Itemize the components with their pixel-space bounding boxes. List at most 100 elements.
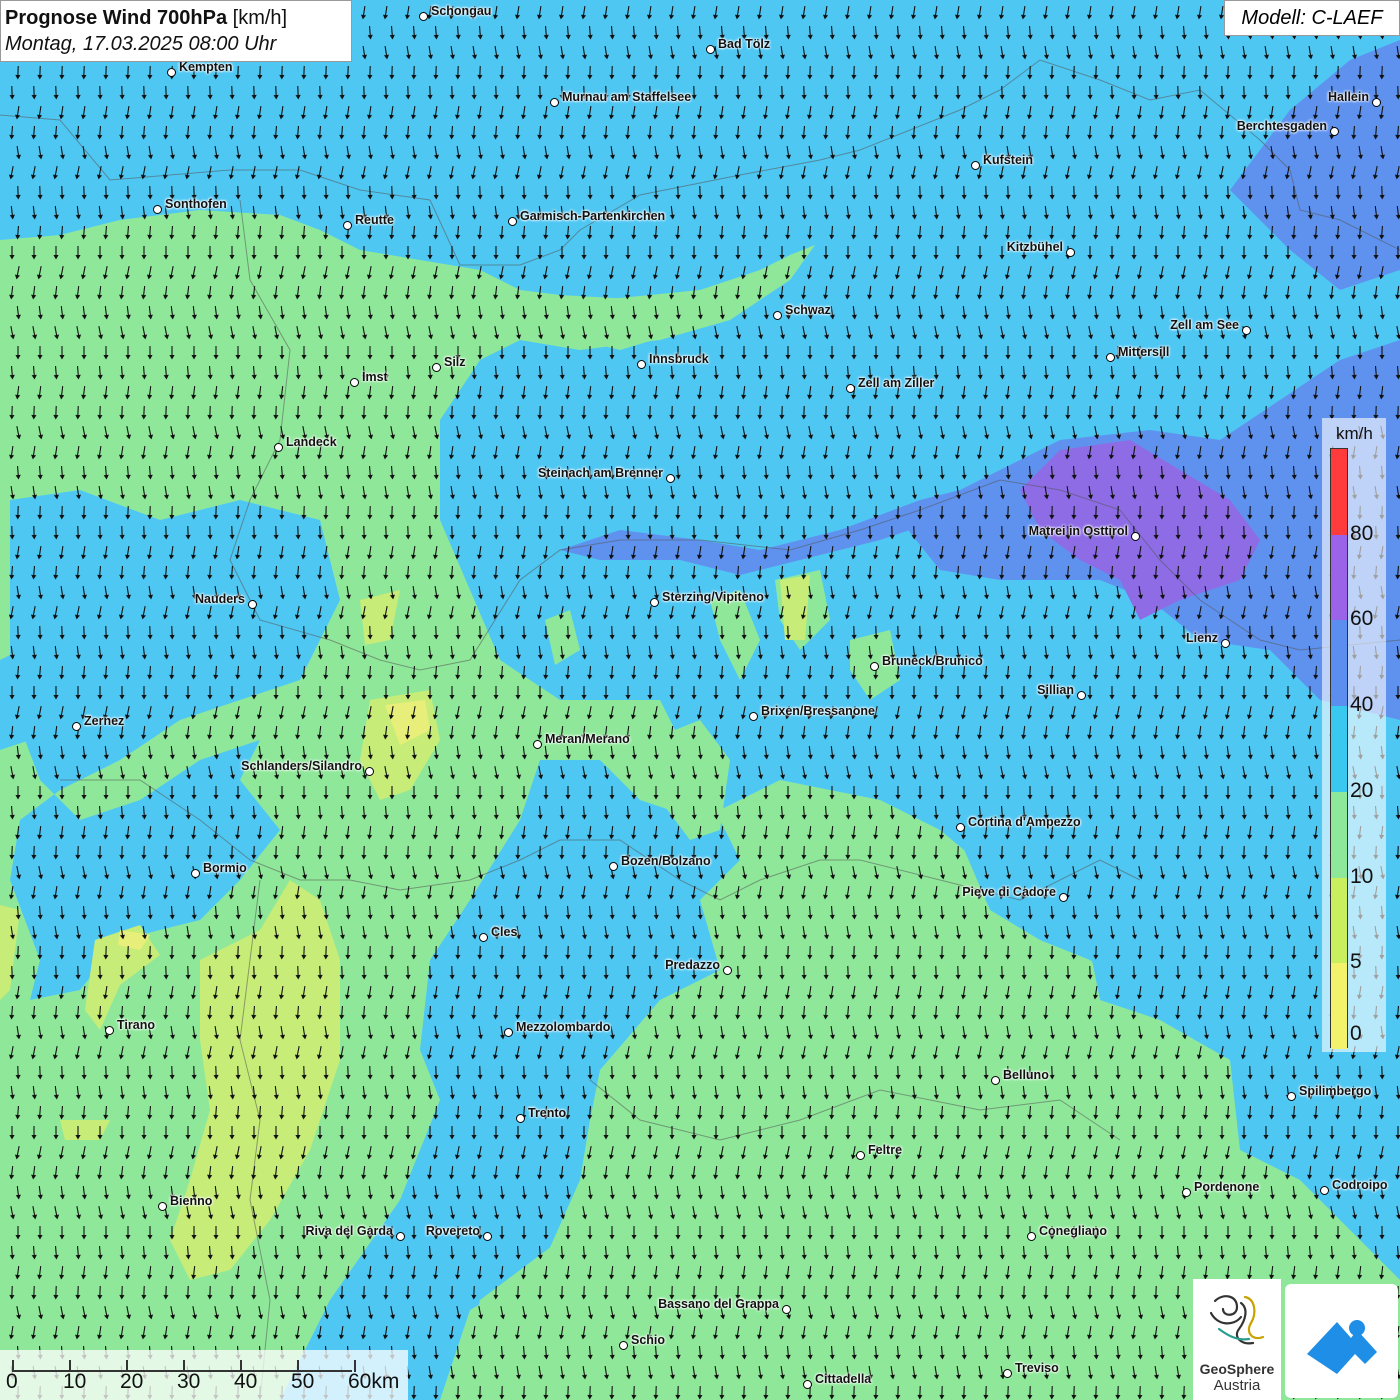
city-dot-icon: [637, 360, 646, 370]
city-label: Cles: [491, 925, 518, 939]
city-marker[interactable]: Silz: [432, 355, 466, 377]
city-label: Silz: [444, 355, 466, 369]
city-label: Spilimbergo: [1299, 1084, 1372, 1098]
scale-label: 20: [120, 1370, 144, 1393]
city-dot-icon: [191, 869, 200, 879]
city-marker[interactable]: Hallein: [1328, 90, 1381, 112]
city-label: Conegliano: [1039, 1224, 1108, 1238]
city-marker[interactable]: Cles: [479, 925, 517, 947]
city-marker[interactable]: Spilimbergo: [1287, 1084, 1371, 1106]
city-label: Kufstein: [983, 153, 1033, 167]
city-label: Landeck: [286, 435, 337, 449]
legend-tick-label: 10: [1350, 864, 1374, 888]
city-dot-icon: [1003, 1369, 1012, 1379]
city-dot-icon: [504, 1028, 513, 1038]
city-marker[interactable]: Bienno: [158, 1194, 212, 1216]
wind-forecast-map[interactable]: Schongau Bad Tölz Kempten Murnau am Staffel…: [0, 0, 1400, 1400]
city-dot-icon: [666, 474, 675, 484]
city-dot-icon: [483, 1232, 492, 1242]
city-marker[interactable]: Cittadella: [803, 1372, 871, 1394]
city-label: Sillian: [1037, 683, 1074, 697]
city-marker[interactable]: Kufstein: [971, 153, 1033, 175]
city-marker[interactable]: Sonthofen: [153, 197, 227, 219]
city-marker[interactable]: Mezzolombardo: [504, 1020, 610, 1042]
city-dot-icon: [72, 722, 81, 732]
city-dot-icon: [1372, 98, 1381, 108]
city-marker[interactable]: Mittersill: [1106, 345, 1169, 367]
city-marker[interactable]: Belluno: [991, 1068, 1049, 1090]
city-marker[interactable]: Conegliano: [1027, 1224, 1107, 1246]
city-marker[interactable]: Codroipo: [1320, 1178, 1388, 1200]
city-marker[interactable]: Cortina d'Ampezzo: [956, 815, 1081, 837]
city-marker[interactable]: Schongau: [419, 4, 491, 26]
city-dot-icon: [1320, 1186, 1329, 1196]
city-marker[interactable]: Sterzing/Vipiteno: [650, 590, 764, 612]
city-marker[interactable]: Trento: [516, 1106, 566, 1128]
city-label: Pordenone: [1194, 1180, 1260, 1194]
city-marker[interactable]: Bormio: [191, 861, 247, 883]
city-marker[interactable]: Matrei in Osttirol: [1029, 524, 1140, 546]
city-label: Zell am Ziller: [858, 376, 935, 390]
city-label: Imst: [362, 370, 388, 384]
legend-tick-label: 20: [1350, 778, 1374, 802]
city-marker[interactable]: Bruneck/Brunico: [870, 654, 983, 676]
city-marker[interactable]: Berchtesgaden: [1237, 119, 1339, 141]
city-dot-icon: [956, 823, 965, 833]
city-dot-icon: [650, 598, 659, 608]
city-marker[interactable]: Pieve di Cadore: [962, 885, 1068, 907]
city-marker[interactable]: Lienz: [1186, 631, 1230, 653]
city-marker[interactable]: Bassano del Grappa: [658, 1297, 791, 1319]
city-marker[interactable]: Kempten: [167, 60, 232, 82]
city-marker[interactable]: Schio: [619, 1333, 665, 1355]
city-marker[interactable]: Zell am See: [1170, 318, 1251, 340]
city-dot-icon: [971, 161, 980, 171]
city-marker[interactable]: Zernez: [72, 714, 124, 736]
city-label: Bormio: [203, 861, 247, 875]
city-marker[interactable]: Riva del Garda: [305, 1224, 405, 1246]
city-label: Brixen/Bressanone: [761, 704, 875, 718]
legend-swatch: [1331, 534, 1347, 621]
city-label: Berchtesgaden: [1236, 119, 1327, 133]
city-label: Mittersill: [1118, 345, 1170, 359]
city-marker[interactable]: Treviso: [1003, 1361, 1059, 1383]
city-marker[interactable]: Bad Tölz: [706, 37, 770, 59]
city-marker[interactable]: Garmisch-Partenkirchen: [508, 209, 665, 231]
city-label: Bienno: [170, 1194, 213, 1208]
city-marker[interactable]: Schwaz: [773, 303, 831, 325]
city-marker[interactable]: Tirano: [105, 1018, 155, 1040]
city-dot-icon: [1287, 1092, 1296, 1102]
city-marker[interactable]: Schlanders/Silandro: [241, 759, 374, 781]
scale-label: 0: [6, 1370, 18, 1393]
city-dot-icon: [846, 384, 855, 394]
city-marker[interactable]: Imst: [350, 370, 388, 392]
legend-swatch: [1331, 449, 1347, 535]
city-dot-icon: [1242, 326, 1251, 336]
city-marker[interactable]: Brixen/Bressanone: [749, 704, 875, 726]
city-marker[interactable]: Murnau am Staffelsee: [550, 90, 691, 112]
city-label: Trento: [528, 1106, 567, 1120]
city-label: Nauders: [194, 592, 245, 606]
city-label: Reutte: [355, 213, 394, 227]
city-dot-icon: [609, 862, 618, 872]
city-marker[interactable]: Steinach am Brenner: [538, 466, 675, 488]
geosphere-logo[interactable]: GeoSphere Austria: [1193, 1279, 1281, 1400]
city-label: Predazzo: [665, 958, 720, 972]
app-logo[interactable]: [1285, 1284, 1398, 1398]
city-marker[interactable]: Predazzo: [665, 958, 732, 980]
city-dot-icon: [1027, 1232, 1036, 1242]
city-dot-icon: [167, 68, 176, 78]
app-mountain-icon: [1307, 1320, 1377, 1374]
city-label: Pieve di Cadore: [962, 885, 1056, 899]
city-marker[interactable]: Pordenone: [1182, 1180, 1259, 1202]
city-marker[interactable]: Landeck: [274, 435, 337, 457]
city-marker[interactable]: Feltre: [856, 1143, 902, 1165]
city-marker[interactable]: Innsbruck: [637, 352, 709, 374]
city-marker[interactable]: Meran/Merano: [533, 732, 630, 754]
city-marker[interactable]: Sillian: [1037, 683, 1086, 705]
city-marker[interactable]: Nauders: [195, 592, 257, 614]
city-marker[interactable]: Rovereto: [426, 1224, 492, 1246]
city-marker[interactable]: Bozen/Bolzano: [609, 854, 711, 876]
city-marker[interactable]: Kitzbühel: [1007, 240, 1075, 262]
city-marker[interactable]: Zell am Ziller: [846, 376, 934, 398]
city-marker[interactable]: Reutte: [343, 213, 394, 235]
